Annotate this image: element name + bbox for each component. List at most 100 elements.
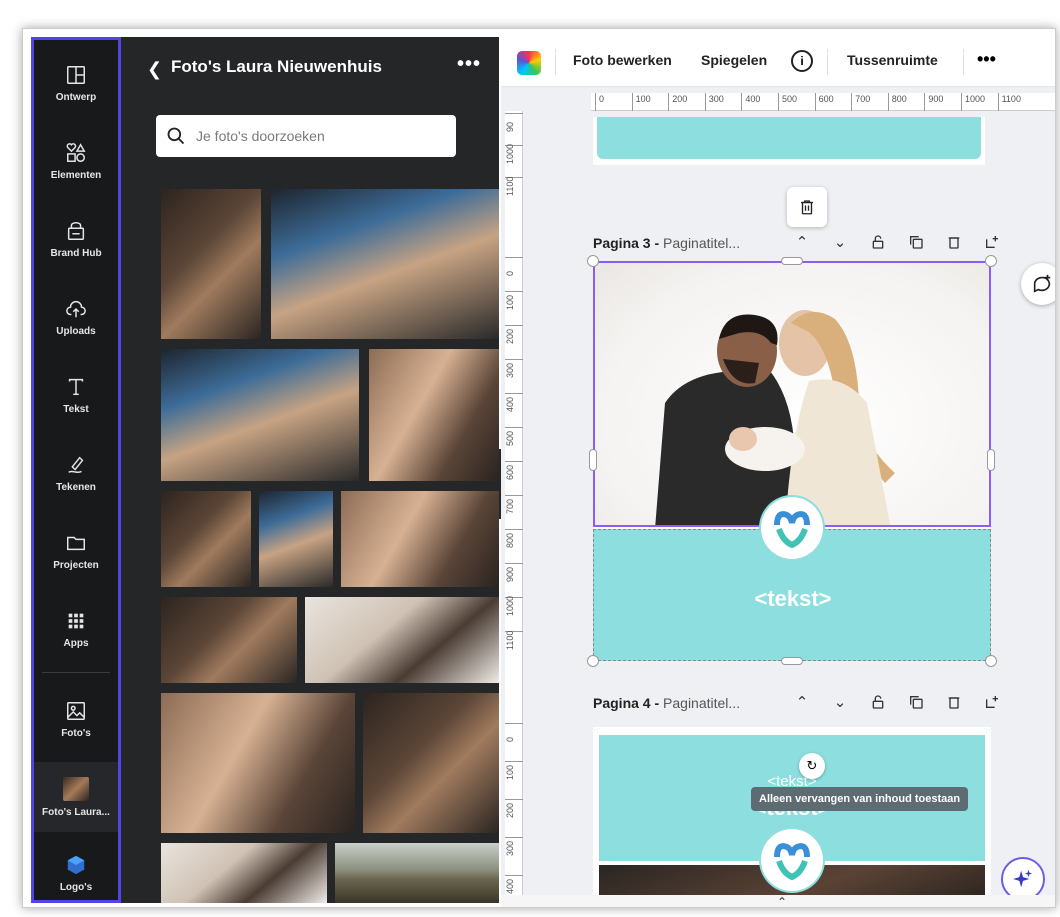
- ruler-tick-label: 300: [505, 359, 523, 378]
- rail-label: Elementen: [50, 169, 102, 181]
- photo-thumbnail[interactable]: [369, 349, 499, 481]
- rail-item-ontwerp[interactable]: Ontwerp: [34, 48, 118, 118]
- resize-handle[interactable]: [781, 657, 803, 665]
- page-4-label[interactable]: Pagina 4 - Paginatitel...: [593, 695, 740, 711]
- photo-thumbnail[interactable]: [161, 349, 359, 481]
- rail-label: Logo's: [59, 881, 93, 893]
- resize-handle[interactable]: [587, 655, 599, 667]
- photo-thumbnail[interactable]: [161, 189, 261, 339]
- page-3-number: Pagina 3 -: [593, 235, 660, 251]
- chevron-up-icon[interactable]: ⌃: [791, 231, 813, 253]
- side-rail: Ontwerp Elementen Brand Hub Uploads Teks…: [31, 37, 121, 903]
- rail-item-elementen[interactable]: Elementen: [34, 126, 118, 196]
- canva-editor: Ontwerp Elementen Brand Hub Uploads Teks…: [22, 28, 1056, 908]
- duplicate-page-icon[interactable]: [905, 691, 927, 713]
- mirror-button[interactable]: Spiegelen: [701, 52, 767, 68]
- page-3-photo[interactable]: [593, 261, 991, 527]
- resize-handle[interactable]: [589, 449, 597, 471]
- ruler-tick-label: 600: [814, 93, 834, 111]
- rail-item-logos[interactable]: Logo's: [34, 838, 118, 907]
- rail-item-tekenen[interactable]: Tekenen: [34, 438, 118, 508]
- resize-handle[interactable]: [781, 257, 803, 265]
- horizontal-scrollbar[interactable]: ⌃: [501, 895, 1055, 907]
- ruler-tick-label: 400: [741, 93, 760, 111]
- edit-photo-button[interactable]: Foto bewerken: [573, 52, 672, 68]
- add-page-icon[interactable]: [981, 691, 1003, 713]
- rail-item-projecten[interactable]: Projecten: [34, 516, 118, 586]
- ruler-tick-label: 800: [505, 529, 523, 548]
- resize-handle[interactable]: [587, 255, 599, 267]
- duplicate-page-icon[interactable]: [905, 231, 927, 253]
- page-4-title[interactable]: Paginatitel...: [663, 695, 740, 711]
- ruler-tick-label: 500: [778, 93, 797, 111]
- color-picker-button[interactable]: [517, 51, 541, 75]
- toolbar-divider: [827, 49, 828, 75]
- delete-page-icon[interactable]: [943, 691, 965, 713]
- resize-handle[interactable]: [987, 449, 995, 471]
- back-chevron-icon[interactable]: ❮: [147, 59, 162, 80]
- lock-icon[interactable]: [867, 691, 889, 713]
- spacing-button[interactable]: Tussenruimte: [847, 52, 938, 68]
- resize-handle[interactable]: [985, 255, 997, 267]
- resize-handle[interactable]: [985, 655, 997, 667]
- ruler-tick-label: 900: [924, 93, 943, 111]
- ruler-tick-text: 300: [505, 840, 515, 856]
- brand-logo[interactable]: [761, 497, 823, 559]
- ruler-tick-label: 1000: [961, 93, 985, 111]
- photo-thumbnail[interactable]: [161, 491, 251, 587]
- shapes-icon: [66, 142, 86, 162]
- add-comment-button[interactable]: [1021, 263, 1055, 305]
- rail-item-brand-hub[interactable]: Brand Hub: [34, 204, 118, 274]
- rail-item-uploads[interactable]: Uploads: [34, 282, 118, 352]
- photo-thumbnail[interactable]: [161, 843, 327, 903]
- chevron-up-icon[interactable]: ⌃: [791, 691, 813, 713]
- page-3-text[interactable]: <tekst>: [594, 586, 992, 612]
- search-icon: [167, 127, 185, 145]
- page-3-label[interactable]: Pagina 3 - Paginatitel...: [593, 235, 740, 251]
- ruler-tick-label: 100: [505, 761, 523, 780]
- delete-element-button[interactable]: [787, 187, 827, 227]
- chevron-down-icon[interactable]: ⌄: [829, 691, 851, 713]
- rail-label: Brand Hub: [50, 247, 102, 259]
- cloud-upload-icon: [66, 300, 86, 317]
- photo-thumbnail[interactable]: [271, 189, 499, 339]
- rail-label: Tekenen: [56, 481, 96, 493]
- ruler-tick-text: 1100: [505, 630, 515, 650]
- chevron-down-icon[interactable]: ⌄: [829, 231, 851, 253]
- ruler-tick-label: 400: [505, 393, 523, 412]
- lock-icon[interactable]: [867, 231, 889, 253]
- delete-page-icon[interactable]: [943, 231, 965, 253]
- photo-thumbnail[interactable]: [161, 693, 355, 833]
- ruler-tick-text: 200: [505, 802, 515, 818]
- brand-logo[interactable]: [761, 829, 823, 891]
- rail-item-fotos[interactable]: Foto's: [34, 684, 118, 754]
- ruler-tick-label: 700: [851, 93, 870, 111]
- image-icon: [67, 701, 85, 720]
- replace-content-icon[interactable]: ↻: [799, 753, 825, 779]
- photo-thumbnail[interactable]: [341, 491, 499, 587]
- apps-grid-icon: [68, 613, 84, 628]
- rail-item-tekst[interactable]: Tekst: [34, 360, 118, 430]
- photo-thumbnail[interactable]: [335, 843, 499, 903]
- panel-more-button[interactable]: •••: [457, 53, 481, 76]
- rail-item-apps[interactable]: Apps: [34, 594, 118, 664]
- photo-thumbnail[interactable]: [259, 491, 333, 587]
- add-page-icon[interactable]: [981, 231, 1003, 253]
- rail-item-fotos-laura[interactable]: Foto's Laura...: [34, 762, 118, 832]
- photo-thumbnail[interactable]: [363, 693, 499, 833]
- photo-search-input[interactable]: [196, 128, 446, 144]
- photo-thumbnail[interactable]: [161, 597, 297, 683]
- ruler-tick-label: 500: [505, 427, 523, 446]
- ruler-tick-label: 1000: [505, 144, 523, 164]
- page-3-title[interactable]: Paginatitel...: [663, 235, 740, 251]
- photo-thumbnail[interactable]: [305, 597, 499, 683]
- draw-icon: [68, 456, 84, 473]
- chevron-up-icon[interactable]: ⌃: [777, 895, 787, 907]
- photo-search-box[interactable]: [156, 115, 456, 157]
- trash-icon: [801, 200, 813, 215]
- toolbar-more-button[interactable]: •••: [977, 49, 996, 70]
- ruler-tick-label: 200: [505, 799, 523, 818]
- info-icon[interactable]: i: [791, 50, 813, 72]
- ruler-tick-label: 900: [505, 563, 523, 582]
- toolbar-divider: [555, 49, 556, 75]
